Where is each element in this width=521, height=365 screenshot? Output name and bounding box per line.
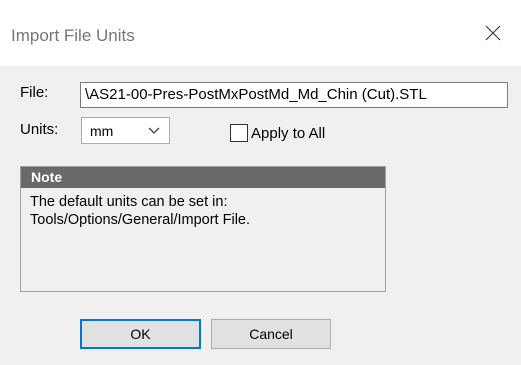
import-file-units-dialog: Import File Units File: \AS21-00-Pres-Po… xyxy=(0,0,521,365)
units-label: Units: xyxy=(20,121,59,138)
chevron-down-icon xyxy=(148,127,160,134)
file-path-field[interactable]: \AS21-00-Pres-PostMxPostMd_Md_Chin (Cut)… xyxy=(80,82,508,108)
units-selected-value: mm xyxy=(90,123,114,139)
file-label: File: xyxy=(20,84,49,101)
title-bar: Import File Units xyxy=(0,0,521,66)
note-panel: Note The default units can be set in: To… xyxy=(20,166,386,292)
note-heading: Note xyxy=(21,167,385,188)
note-text: The default units can be set in: Tools/O… xyxy=(21,188,385,229)
note-line: The default units can be set in: xyxy=(30,194,228,210)
note-line: Tools/Options/General/Import File. xyxy=(30,212,251,228)
units-dropdown[interactable]: mm xyxy=(81,117,170,144)
cancel-button[interactable]: Cancel xyxy=(211,319,331,349)
apply-to-all-checkbox[interactable] xyxy=(230,124,248,142)
apply-to-all-label[interactable]: Apply to All xyxy=(251,125,325,142)
close-button[interactable] xyxy=(465,0,521,66)
ok-button[interactable]: OK xyxy=(80,319,201,349)
close-icon xyxy=(485,25,501,41)
window-title: Import File Units xyxy=(11,26,135,45)
